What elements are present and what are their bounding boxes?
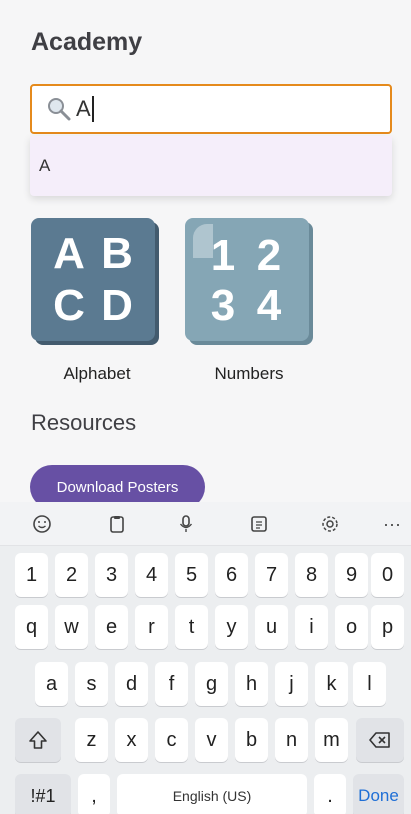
key-h[interactable]: h: [235, 662, 268, 706]
more-icon[interactable]: ···: [378, 510, 406, 538]
text-caret: [91, 96, 94, 122]
numbers-glyph: 1: [210, 231, 236, 280]
key-0[interactable]: 0: [371, 553, 404, 597]
alphabet-label[interactable]: Alphabet: [35, 364, 159, 384]
alphabet-glyph: D: [101, 281, 133, 330]
key-9[interactable]: 9: [335, 553, 368, 597]
key-l[interactable]: l: [353, 662, 386, 706]
text-mode-icon[interactable]: [245, 510, 273, 538]
emoji-icon[interactable]: [28, 510, 56, 538]
shift-icon: [29, 731, 47, 749]
download-posters-label: Download Posters: [56, 479, 179, 496]
key-8[interactable]: 8: [295, 553, 328, 597]
done-key[interactable]: Done: [353, 774, 404, 814]
backspace-key[interactable]: [356, 718, 404, 762]
key-3[interactable]: 3: [95, 553, 128, 597]
key-k[interactable]: k: [315, 662, 348, 706]
key-v[interactable]: v: [195, 718, 228, 762]
shift-key[interactable]: [15, 718, 61, 762]
key-2[interactable]: 2: [55, 553, 88, 597]
numbers-label[interactable]: Numbers: [187, 364, 311, 384]
key-j[interactable]: j: [275, 662, 308, 706]
key-m[interactable]: m: [315, 718, 348, 762]
key-b[interactable]: b: [235, 718, 268, 762]
symbols-key[interactable]: !#1: [15, 774, 71, 814]
alphabet-glyph: A: [53, 229, 85, 278]
comma-key[interactable]: ,: [78, 774, 110, 814]
key-e[interactable]: e: [95, 605, 128, 649]
key-y[interactable]: y: [215, 605, 248, 649]
period-key[interactable]: .: [314, 774, 346, 814]
key-w[interactable]: w: [55, 605, 88, 649]
key-5[interactable]: 5: [175, 553, 208, 597]
search-icon: [48, 98, 71, 121]
resources-heading: Resources: [31, 410, 137, 435]
key-4[interactable]: 4: [135, 553, 168, 597]
key-g[interactable]: g: [195, 662, 228, 706]
numbers-glyph: 4: [256, 281, 282, 330]
key-1[interactable]: 1: [15, 553, 48, 597]
backspace-icon: [369, 732, 390, 748]
key-6[interactable]: 6: [215, 553, 248, 597]
key-r[interactable]: r: [135, 605, 168, 649]
key-d[interactable]: d: [115, 662, 148, 706]
search-input[interactable]: A: [30, 84, 392, 134]
numbers-tile[interactable]: 1 2 3 4: [185, 218, 309, 341]
numbers-glyph: 3: [210, 281, 236, 330]
key-i[interactable]: i: [295, 605, 328, 649]
clipboard-icon[interactable]: [103, 510, 131, 538]
key-n[interactable]: n: [275, 718, 308, 762]
microphone-icon[interactable]: [172, 510, 200, 538]
key-u[interactable]: u: [255, 605, 288, 649]
space-key[interactable]: English (US): [117, 774, 307, 814]
keyboard: ··· 1 2 3 4 5 6 7 8 9 0 q w e r t y u i …: [0, 502, 411, 814]
key-o[interactable]: o: [335, 605, 368, 649]
search-value: A: [76, 96, 91, 121]
alphabet-glyph: B: [101, 229, 133, 278]
suggestion-item[interactable]: A: [39, 156, 50, 176]
key-t[interactable]: t: [175, 605, 208, 649]
key-a[interactable]: a: [35, 662, 68, 706]
key-f[interactable]: f: [155, 662, 188, 706]
alphabet-tile[interactable]: A B C D: [31, 218, 155, 341]
page-title: Academy: [31, 28, 143, 56]
suggestion-dropdown[interactable]: A: [30, 136, 392, 196]
key-7[interactable]: 7: [255, 553, 288, 597]
settings-icon[interactable]: [316, 510, 344, 538]
keyboard-toolbar: ···: [0, 502, 411, 546]
key-c[interactable]: c: [155, 718, 188, 762]
numbers-glyph: 2: [256, 231, 282, 280]
key-s[interactable]: s: [75, 662, 108, 706]
key-q[interactable]: q: [15, 605, 48, 649]
key-p[interactable]: p: [371, 605, 404, 649]
key-x[interactable]: x: [115, 718, 148, 762]
alphabet-glyph: C: [53, 281, 85, 330]
key-z[interactable]: z: [75, 718, 108, 762]
